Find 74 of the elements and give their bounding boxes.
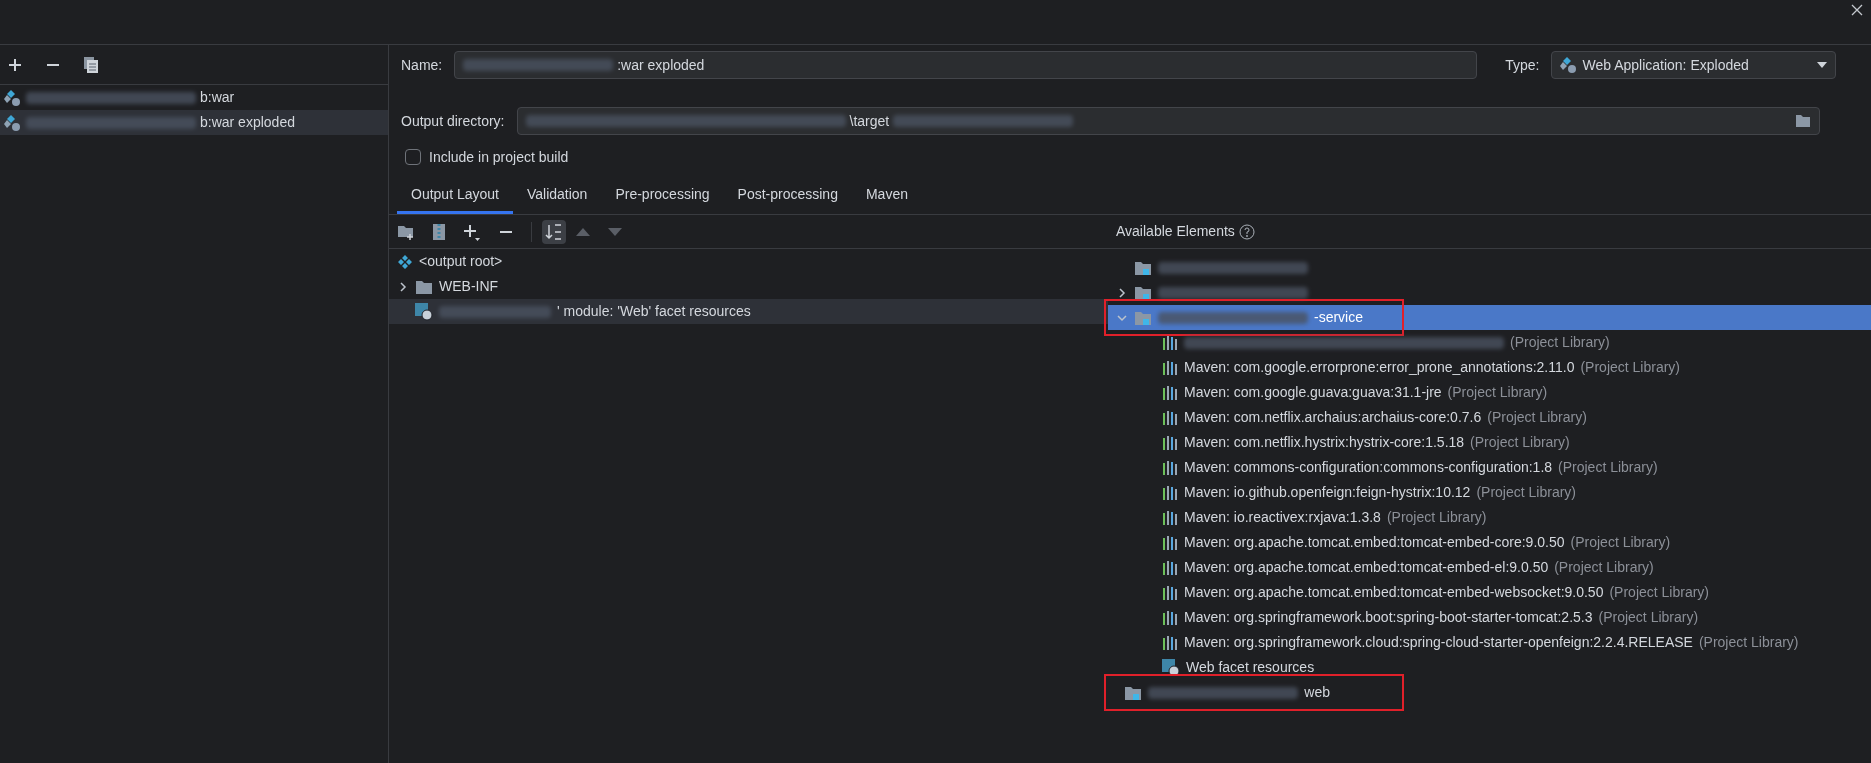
copy-icon[interactable] bbox=[84, 56, 98, 73]
close-icon[interactable] bbox=[1851, 4, 1863, 16]
module-folder-icon bbox=[1134, 259, 1152, 276]
web-facet-icon bbox=[415, 302, 433, 321]
include-in-build-label: Include in project build bbox=[429, 147, 569, 167]
layout-tree-item[interactable]: WEB-INF bbox=[389, 274, 1108, 299]
element-item[interactable]: Maven: io.github.openfeign:feign-hystrix:10.12 (Project Library) bbox=[1108, 480, 1871, 505]
element-item[interactable]: Maven: org.springframework.cloud:spring-cloud-starter-openfeign:2.2.4.RELEASE (Project Library) bbox=[1108, 630, 1871, 655]
library-icon bbox=[1162, 585, 1178, 600]
library-icon bbox=[1162, 535, 1178, 550]
library-icon bbox=[1162, 410, 1178, 425]
chevron-right-icon[interactable] bbox=[1116, 286, 1128, 299]
element-item[interactable]: Maven: io.reactivex:rxjava:1.3.8 (Project Library) bbox=[1108, 505, 1871, 530]
library-icon bbox=[1162, 610, 1178, 625]
folder-icon bbox=[415, 278, 433, 295]
web-module-icon bbox=[1560, 56, 1579, 74]
module-item[interactable]: web bbox=[1108, 680, 1338, 705]
name-label: Name: bbox=[401, 55, 443, 75]
library-icon bbox=[1162, 335, 1178, 350]
library-icon bbox=[1162, 435, 1178, 450]
element-item[interactable]: Maven: org.apache.tomcat.embed:tomcat-embed-el:9.0.50 (Project Library) bbox=[1108, 555, 1871, 580]
element-item[interactable]: Maven: com.netflix.archaius:archaius-core:0.7.6 (Project Library) bbox=[1108, 405, 1871, 430]
module-item[interactable]: -service bbox=[1108, 305, 1871, 330]
element-item[interactable]: Maven: commons-configuration:commons-configuration:1.8 (Project Library) bbox=[1108, 455, 1871, 480]
folder-icon[interactable] bbox=[1794, 114, 1811, 128]
element-item[interactable]: Maven: com.netflix.hystrix:hystrix-core:1.5.18 (Project Library) bbox=[1108, 430, 1871, 455]
output-directory-field[interactable]: \target bbox=[516, 107, 1820, 135]
type-dropdown[interactable]: Web Application: Exploded bbox=[1551, 51, 1837, 79]
library-icon bbox=[1162, 635, 1178, 650]
output-directory-label: Output directory: bbox=[401, 111, 505, 131]
web-facet-icon bbox=[1162, 658, 1180, 677]
move-down-icon[interactable] bbox=[608, 227, 622, 236]
add-icon[interactable] bbox=[8, 57, 22, 72]
diamond-icon bbox=[397, 253, 413, 270]
caret-icon bbox=[1817, 62, 1828, 68]
help-icon[interactable] bbox=[1238, 223, 1255, 240]
element-item[interactable]: Maven: com.google.guava:guava:31.1-jre (Project Library) bbox=[1108, 380, 1871, 405]
module-folder-icon bbox=[1134, 284, 1152, 301]
move-up-icon[interactable] bbox=[576, 227, 590, 236]
element-item[interactable]: Maven: org.springframework.boot:spring-boot-starter-tomcat:2.5.3 (Project Library) bbox=[1108, 605, 1871, 630]
name-field[interactable]: :war exploded bbox=[454, 51, 1478, 79]
library-icon bbox=[1162, 510, 1178, 525]
module-folder-icon bbox=[1124, 684, 1143, 701]
add-dropdown-icon[interactable] bbox=[463, 222, 481, 241]
checkbox[interactable] bbox=[405, 149, 421, 165]
library-icon bbox=[1162, 385, 1178, 400]
sort-icon bbox=[545, 222, 563, 241]
element-item[interactable]: Maven: org.apache.tomcat.embed:tomcat-embed-core:9.0.50 (Project Library) bbox=[1108, 530, 1871, 555]
web-module-icon bbox=[4, 88, 22, 107]
tab[interactable]: Output Layout bbox=[397, 177, 513, 214]
module-folder-icon bbox=[1134, 309, 1152, 326]
element-item[interactable]: Web facet resources bbox=[1108, 655, 1871, 680]
layout-tree-item[interactable]: ' module: 'Web' facet resources bbox=[389, 299, 1108, 324]
element-item[interactable]: Maven: org.apache.tomcat.embed:tomcat-embed-websocket:9.0.50 (Project Library) bbox=[1108, 580, 1871, 605]
archive-icon[interactable] bbox=[433, 223, 445, 240]
available-elements-title: Available Elements bbox=[1116, 222, 1235, 241]
tab[interactable]: Validation bbox=[512, 177, 602, 214]
library-icon bbox=[1162, 360, 1178, 375]
library-icon bbox=[1162, 485, 1178, 500]
chevron-right-icon[interactable] bbox=[397, 280, 409, 293]
sort-button[interactable] bbox=[542, 219, 566, 244]
web-module-icon bbox=[4, 113, 22, 132]
tab[interactable]: Pre-processing bbox=[601, 177, 724, 214]
tab[interactable]: Maven bbox=[851, 177, 922, 214]
library-icon bbox=[1162, 560, 1178, 575]
type-label: Type: bbox=[1505, 55, 1540, 75]
tab[interactable]: Post-processing bbox=[723, 177, 852, 214]
artifact-item[interactable]: b:war exploded bbox=[0, 110, 388, 135]
element-item[interactable]: (Project Library) bbox=[1108, 330, 1871, 355]
artifact-item[interactable]: b:war bbox=[0, 85, 388, 110]
new-folder-icon[interactable] bbox=[397, 223, 415, 240]
library-icon bbox=[1162, 460, 1178, 475]
element-item[interactable]: Maven: com.google.errorprone:error_prone_annotations:2.11.0 (Project Library) bbox=[1108, 355, 1871, 380]
layout-tree-item[interactable]: <output root> bbox=[389, 249, 1108, 274]
